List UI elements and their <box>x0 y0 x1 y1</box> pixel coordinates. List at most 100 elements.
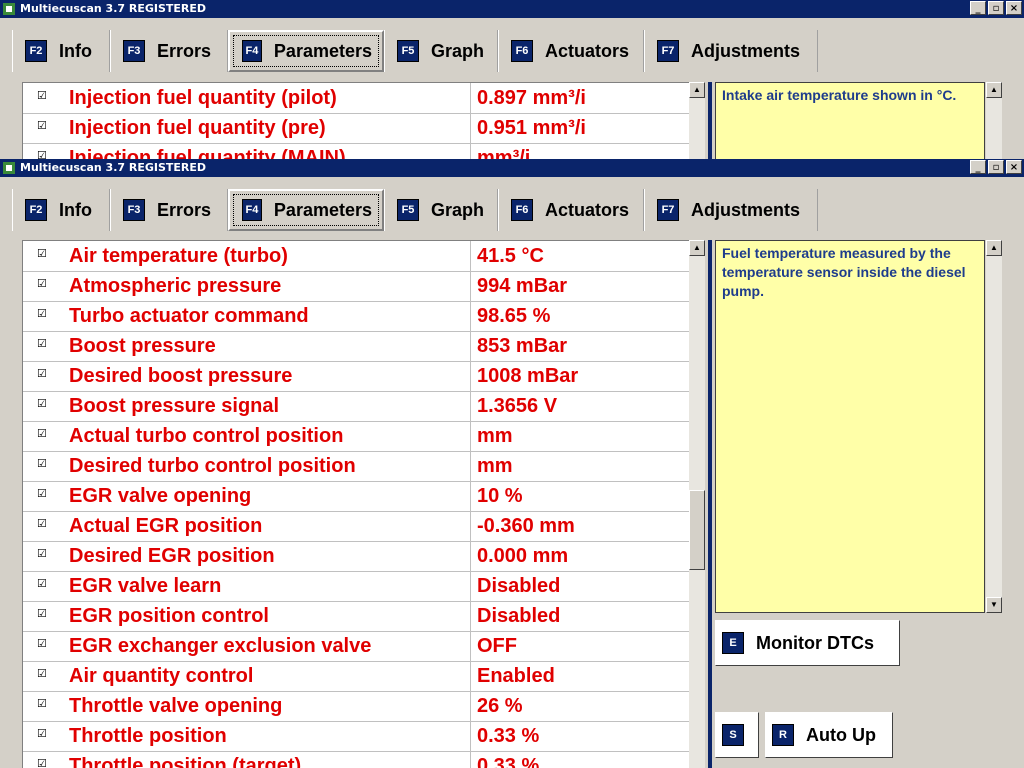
f7-key-icon: F7 <box>657 199 679 221</box>
tab-info[interactable]: F2 Info <box>12 30 110 72</box>
checkbox-icon[interactable]: ☑ <box>37 609 48 620</box>
checkbox-icon[interactable]: ☑ <box>37 549 48 560</box>
checkbox-icon[interactable]: ☑ <box>37 519 48 530</box>
table-row[interactable]: ☑ Injection fuel quantity (pre) 0.951 mm³/… <box>23 113 689 144</box>
checkbox-icon[interactable]: ☑ <box>37 309 48 320</box>
tab-actuators[interactable]: F6 Actuators <box>498 189 644 231</box>
desc-scrollbar[interactable]: ▲ ▼ <box>986 240 1002 613</box>
checkbox-icon[interactable]: ☑ <box>37 91 48 102</box>
param-name: EGR valve opening <box>69 485 252 507</box>
table-row[interactable]: ☑ Air temperature (turbo) 41.5 °C <box>23 241 689 272</box>
table-row[interactable]: ☑ Desired boost pressure 1008 mBar <box>23 361 689 392</box>
param-value: Disabled <box>470 571 560 601</box>
checkbox-icon[interactable]: ☑ <box>37 399 48 410</box>
tab-errors[interactable]: F3 Errors <box>110 30 228 72</box>
param-value: 0.897 mm³/i <box>470 83 586 113</box>
scroll-thumb[interactable] <box>689 490 705 570</box>
checkbox-icon[interactable]: ☑ <box>37 759 48 768</box>
table-row[interactable]: ☑ Turbo actuator command 98.65 % <box>23 301 689 332</box>
tab-adjustments[interactable]: F7 Adjustments <box>644 189 818 231</box>
table-row[interactable]: ☑ Injection fuel quantity (pilot) 0.897 mm… <box>23 83 689 114</box>
f3-key-icon: F3 <box>123 40 145 62</box>
window-title: Multiecuscan 3.7 REGISTERED <box>20 161 207 174</box>
table-row[interactable]: ☑ EGR valve opening 10 % <box>23 481 689 512</box>
table-row[interactable]: ☑ Throttle position (target) 0.33 % <box>23 751 689 768</box>
param-value: 994 mBar <box>470 271 567 301</box>
checkbox-icon[interactable]: ☑ <box>37 369 48 380</box>
s-button[interactable]: S <box>715 712 759 758</box>
param-name: Desired boost pressure <box>69 365 293 387</box>
grid-scrollbar[interactable]: ▲ <box>689 240 705 768</box>
param-name: Injection fuel quantity (pilot) <box>69 87 337 109</box>
table-row[interactable]: ☑ Desired turbo control position mm <box>23 451 689 482</box>
monitor-dtcs-label: Monitor DTCs <box>756 632 874 653</box>
param-value: -0.360 mm <box>470 511 575 541</box>
restore-icon[interactable]: ▫ <box>988 160 1004 174</box>
tab-errors[interactable]: F3 Errors <box>110 189 228 231</box>
scroll-up-icon[interactable]: ▲ <box>689 82 705 98</box>
table-row[interactable]: ☑ Injection fuel quantity (MAIN) mm³/i <box>23 143 689 160</box>
minimize-icon[interactable]: _ <box>970 1 986 15</box>
tab-adjustments[interactable]: F7 Adjustments <box>644 30 818 72</box>
scroll-down-icon[interactable]: ▼ <box>986 597 1002 613</box>
checkbox-icon[interactable]: ☑ <box>37 279 48 290</box>
param-name: Actual turbo control position <box>69 425 344 447</box>
tab-graph[interactable]: F5 Graph <box>384 30 498 72</box>
scroll-up-icon[interactable]: ▲ <box>689 240 705 256</box>
front-title-bar[interactable]: Multiecuscan 3.7 REGISTERED _ ▫ × <box>0 159 1024 177</box>
table-row[interactable]: ☑ Boost pressure signal 1.3656 V <box>23 391 689 422</box>
checkbox-icon[interactable]: ☑ <box>37 699 48 710</box>
table-row[interactable]: ☑ Actual turbo control position mm <box>23 421 689 452</box>
checkbox-icon[interactable]: ☑ <box>37 669 48 680</box>
table-row[interactable]: ☑ Boost pressure 853 mBar <box>23 331 689 362</box>
checkbox-icon[interactable]: ☑ <box>37 429 48 440</box>
table-row[interactable]: ☑ EGR exchanger exclusion valve OFF <box>23 631 689 662</box>
back-desc-scrollbar[interactable]: ▲ <box>986 82 1002 160</box>
param-value: mm <box>470 451 513 481</box>
restore-icon[interactable]: ▫ <box>988 1 1004 15</box>
tab-parameters[interactable]: F4 Parameters <box>228 189 384 231</box>
checkbox-icon[interactable]: ☑ <box>37 579 48 590</box>
back-tab-bar: F2 Info F3 Errors F4 Parameters F5 Graph F6 A… <box>12 30 818 72</box>
tab-info[interactable]: F2 Info <box>12 189 110 231</box>
s-key-icon: S <box>722 724 744 746</box>
tab-label: Info <box>59 40 92 61</box>
param-value: mm³/i <box>470 143 530 160</box>
table-row[interactable]: ☑ Actual EGR position -0.360 mm <box>23 511 689 542</box>
param-name: Desired EGR position <box>69 545 275 567</box>
scroll-up-icon[interactable]: ▲ <box>986 240 1002 256</box>
checkbox-icon[interactable]: ☑ <box>37 249 48 260</box>
table-row[interactable]: ☑ EGR position control Disabled <box>23 601 689 632</box>
tab-actuators[interactable]: F6 Actuators <box>498 30 644 72</box>
param-name: EGR exchanger exclusion valve <box>69 635 372 657</box>
close-icon[interactable]: × <box>1006 1 1022 15</box>
param-name: EGR valve learn <box>69 575 222 597</box>
table-row[interactable]: ☑ Atmospheric pressure 994 mBar <box>23 271 689 302</box>
checkbox-icon[interactable]: ☑ <box>37 121 48 132</box>
f6-key-icon: F6 <box>511 40 533 62</box>
param-name: Boost pressure <box>69 335 216 357</box>
minimize-icon[interactable]: _ <box>970 160 986 174</box>
monitor-dtcs-button[interactable]: E Monitor DTCs <box>715 620 900 666</box>
checkbox-icon[interactable]: ☑ <box>37 639 48 650</box>
auto-up-button[interactable]: R Auto Up <box>765 712 893 758</box>
scroll-up-icon[interactable]: ▲ <box>986 82 1002 98</box>
table-row[interactable]: ☑ Desired EGR position 0.000 mm <box>23 541 689 572</box>
checkbox-icon[interactable]: ☑ <box>37 339 48 350</box>
checkbox-icon[interactable]: ☑ <box>37 489 48 500</box>
param-name: Air quantity control <box>69 665 254 687</box>
close-icon[interactable]: × <box>1006 160 1022 174</box>
table-row[interactable]: ☑ Throttle position 0.33 % <box>23 721 689 752</box>
table-row[interactable]: ☑ Throttle valve opening 26 % <box>23 691 689 722</box>
tab-label: Errors <box>157 40 212 61</box>
table-row[interactable]: ☑ Air quantity control Enabled <box>23 661 689 692</box>
checkbox-icon[interactable]: ☑ <box>37 729 48 740</box>
tab-graph[interactable]: F5 Graph <box>384 189 498 231</box>
checkbox-icon[interactable]: ☑ <box>37 459 48 470</box>
back-grid-scrollbar[interactable]: ▲ <box>689 82 705 160</box>
table-row[interactable]: ☑ EGR valve learn Disabled <box>23 571 689 602</box>
tab-label: Info <box>59 199 92 220</box>
back-title-bar[interactable]: Multiecuscan 3.7 REGISTERED _ ▫ × <box>0 0 1024 18</box>
tab-parameters[interactable]: F4 Parameters <box>228 30 384 72</box>
parameter-grid: ☑ Air temperature (turbo) 41.5 °C ☑ Atmosph… <box>22 240 690 768</box>
